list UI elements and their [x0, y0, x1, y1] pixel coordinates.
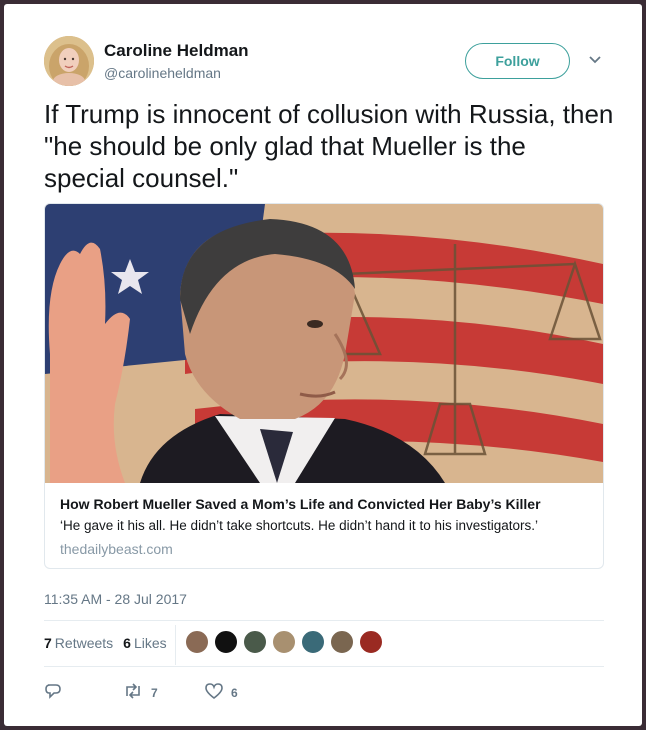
link-card-description: ‘He gave it his all. He didn’t take shor… [60, 518, 538, 533]
retweet-count: 7 [151, 685, 158, 700]
link-card-title[interactable]: How Robert Mueller Saved a Mom’s Life an… [60, 496, 590, 512]
retweets-stat[interactable]: 7 Retweets [44, 635, 113, 651]
retweet-button[interactable]: 7 [123, 683, 205, 702]
retweets-label: Retweets [54, 635, 114, 651]
link-card-domain: thedailybeast.com [60, 541, 173, 557]
user-handle[interactable]: @carolineheldman [104, 65, 221, 81]
like-button[interactable]: 6 [205, 683, 238, 702]
likes-count: 6 [123, 635, 131, 651]
likes-stat[interactable]: 6 Likes [123, 635, 166, 651]
stats-separator [175, 625, 176, 665]
reply-button[interactable] [44, 682, 123, 703]
liker-avatar[interactable] [301, 630, 325, 654]
liker-avatar[interactable] [214, 630, 238, 654]
liker-avatar[interactable] [185, 630, 209, 654]
liker-avatar[interactable] [243, 630, 267, 654]
tweet-card: Caroline Heldman @carolineheldman Follow… [4, 4, 642, 726]
liker-avatar[interactable] [330, 630, 354, 654]
chevron-down-icon[interactable] [586, 51, 604, 69]
tweet-actions: 7 6 [44, 682, 238, 703]
tweet-text: If Trump is innocent of collusion with R… [44, 99, 614, 193]
liker-avatar[interactable] [359, 630, 383, 654]
likers-list [185, 630, 383, 654]
avatar[interactable] [44, 36, 94, 86]
divider [44, 620, 604, 621]
engagement-stats: 7 Retweets 6 Likes [44, 635, 167, 651]
reply-icon [44, 682, 62, 703]
follow-button[interactable]: Follow [465, 43, 570, 79]
likes-label: Likes [133, 635, 167, 651]
retweet-icon [123, 683, 143, 702]
user-name[interactable]: Caroline Heldman [104, 41, 249, 61]
link-card-image[interactable] [45, 204, 603, 483]
liker-avatar[interactable] [272, 630, 296, 654]
link-card[interactable]: How Robert Mueller Saved a Mom’s Life an… [44, 203, 604, 569]
retweets-count: 7 [44, 635, 52, 651]
heart-icon [205, 683, 223, 702]
divider [44, 666, 604, 667]
tweet-timestamp[interactable]: 11:35 AM - 28 Jul 2017 [44, 591, 187, 607]
like-count: 6 [231, 685, 238, 700]
